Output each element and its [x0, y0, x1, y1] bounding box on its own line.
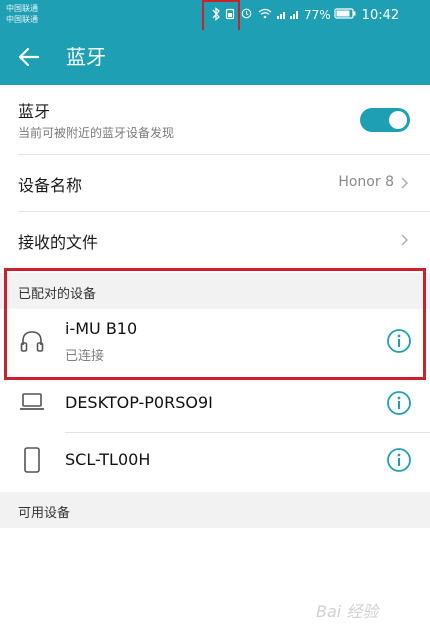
chevron-right-icon: [401, 177, 409, 189]
device-name-label: 设备名称: [18, 176, 83, 195]
device-name: SCL-TL00H: [65, 450, 151, 469]
divider: [65, 432, 430, 433]
switch-knob: [389, 111, 407, 129]
device-name-value: Honor 8: [338, 174, 394, 190]
battery-percent: 77%: [304, 8, 331, 22]
device-name: DESKTOP-P0RSO9I: [65, 393, 213, 412]
bluetooth-switch[interactable]: [360, 108, 410, 132]
phone-icon: [24, 447, 40, 473]
carrier-line-2: 中国联通: [6, 15, 38, 24]
paired-device-row[interactable]: DESKTOP-P0RSO9I: [0, 380, 430, 426]
chevron-right-icon: [401, 234, 409, 246]
app-bar: 蓝牙: [0, 30, 430, 85]
back-button[interactable]: [14, 42, 44, 72]
arrow-left-icon: [18, 47, 40, 67]
page-title: 蓝牙: [66, 45, 106, 69]
status-highlight-box: [202, 0, 240, 32]
signal-icon: [276, 8, 302, 23]
bluetooth-subtitle: 当前可被附近的蓝牙设备发现: [18, 126, 175, 140]
device-name-row[interactable]: 设备名称 Honor 8: [0, 155, 430, 211]
received-files-row[interactable]: 接收的文件: [0, 212, 430, 268]
watermark: Bai 经验: [316, 602, 379, 621]
available-devices-header: 可用设备: [0, 492, 430, 528]
status-bar: 中国联通 中国联通 77% 10:42: [0, 0, 430, 32]
carrier-info: 中国联通 中国联通: [6, 3, 38, 25]
available-devices-title: 可用设备: [18, 506, 71, 521]
paired-highlight-box: [4, 268, 426, 380]
alarm-icon: [241, 8, 252, 22]
carrier-line-1: 中国联通: [6, 4, 38, 13]
info-icon[interactable]: [386, 447, 412, 473]
laptop-icon: [20, 393, 44, 410]
info-icon[interactable]: [386, 390, 412, 416]
bluetooth-label: 蓝牙: [18, 102, 51, 121]
battery-icon: [334, 8, 356, 22]
wifi-icon: [258, 8, 272, 22]
received-files-label: 接收的文件: [18, 233, 99, 252]
clock-time: 10:42: [361, 7, 400, 23]
paired-device-row[interactable]: SCL-TL00H: [0, 436, 430, 484]
